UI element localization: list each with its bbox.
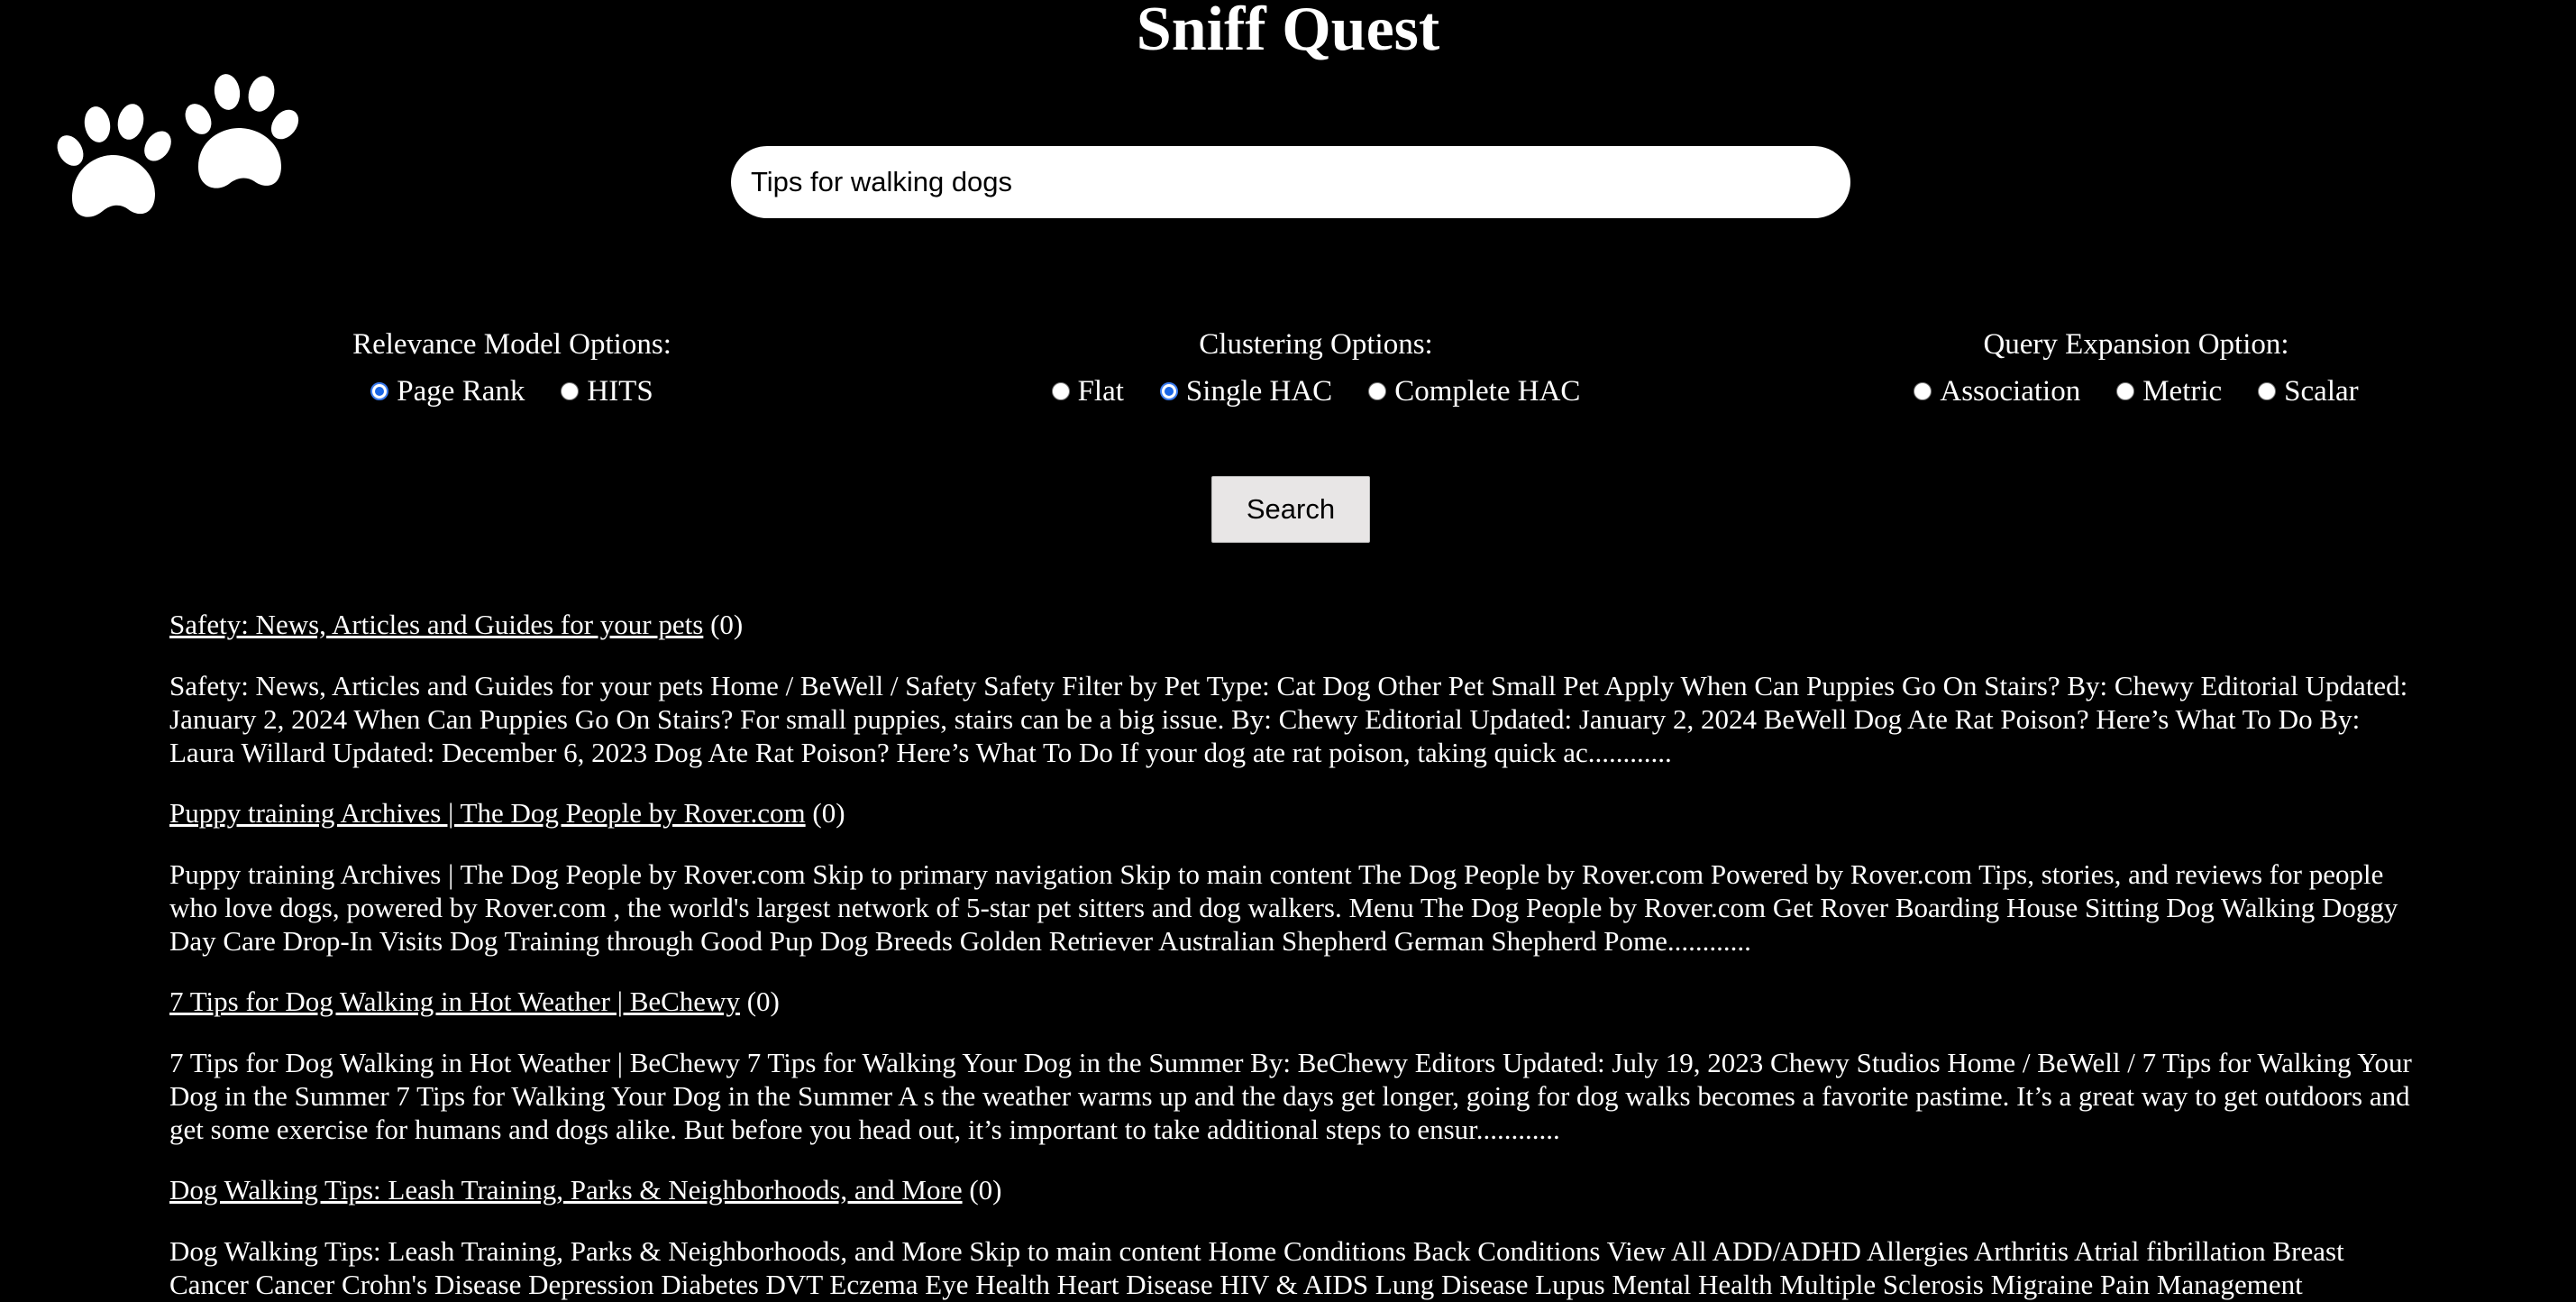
result-title-link[interactable]: 7 Tips for Dog Walking in Hot Weather | … [169, 986, 740, 1017]
result-title-line: 7 Tips for Dog Walking in Hot Weather | … [169, 985, 2427, 1019]
radio-label: Metric [2142, 375, 2223, 408]
clustering-options-label: Clustering Options: [1199, 328, 1433, 361]
result-item: Safety: News, Articles and Guides for yo… [169, 608, 2427, 769]
radio-association[interactable]: Association [1914, 373, 2080, 409]
result-count: (0) [710, 609, 744, 640]
result-title-link[interactable]: Safety: News, Articles and Guides for yo… [169, 609, 703, 640]
radio-button[interactable] [370, 382, 389, 400]
result-item: Puppy training Archives | The Dog People… [169, 796, 2427, 958]
radio-hits[interactable]: HITS [561, 373, 653, 409]
results-list: Safety: News, Articles and Guides for yo… [169, 608, 2427, 1302]
radio-complete-hac[interactable]: Complete HAC [1368, 373, 1580, 409]
radio-button[interactable] [2116, 382, 2135, 400]
result-title-link[interactable]: Dog Walking Tips: Leash Training, Parks … [169, 1174, 963, 1206]
result-count: (0) [812, 797, 845, 829]
query-expansion-options: Query Expansion Option: Association Metr… [1884, 326, 2389, 409]
radio-label: Single HAC [1185, 375, 1333, 408]
result-title-line: Safety: News, Articles and Guides for yo… [169, 608, 2427, 642]
result-item: 7 Tips for Dog Walking in Hot Weather | … [169, 985, 2427, 1146]
radio-single-hac[interactable]: Single HAC [1159, 373, 1333, 409]
result-snippet: Safety: News, Articles and Guides for yo… [169, 670, 2408, 768]
result-title-link[interactable]: Puppy training Archives | The Dog People… [169, 797, 806, 829]
result-snippet: Puppy training Archives | The Dog People… [169, 858, 2398, 957]
radio-scalar[interactable]: Scalar [2258, 373, 2359, 409]
radio-button[interactable] [2258, 382, 2277, 400]
radio-button[interactable] [1051, 382, 1070, 400]
radio-label: Association [1940, 375, 2081, 408]
radio-label: HITS [587, 375, 653, 408]
radio-button[interactable] [1368, 382, 1387, 400]
search-button[interactable]: Search [1211, 476, 1370, 543]
result-title-line: Dog Walking Tips: Leash Training, Parks … [169, 1173, 2427, 1207]
radio-label: Page Rank [397, 375, 525, 408]
result-snippet: Dog Walking Tips: Leash Training, Parks … [169, 1235, 2344, 1300]
clustering-options: Clustering Options: Flat Single HAC Comp… [1028, 326, 1604, 409]
radio-button[interactable] [1914, 382, 1932, 400]
radio-label: Complete HAC [1394, 375, 1581, 408]
page-title: Sniff Quest [1136, 0, 1440, 64]
query-expansion-label: Query Expansion Option: [1983, 328, 2289, 361]
radio-button[interactable] [1159, 382, 1178, 400]
radio-button[interactable] [561, 382, 580, 400]
paw-prints-icon [45, 72, 315, 243]
radio-page-rank[interactable]: Page Rank [370, 373, 525, 409]
relevance-options-label: Relevance Model Options: [352, 328, 671, 361]
relevance-options: Relevance Model Options: Page Rank HITS [323, 326, 701, 409]
result-count: (0) [969, 1174, 1002, 1206]
result-item: Dog Walking Tips: Leash Training, Parks … [169, 1173, 2427, 1301]
search-input[interactable] [731, 146, 1850, 218]
result-title-line: Puppy training Archives | The Dog People… [169, 796, 2427, 830]
page: Sniff Quest Relevance Model Options: [0, 0, 2576, 1302]
radio-label: Scalar [2284, 375, 2359, 408]
radio-flat[interactable]: Flat [1051, 373, 1124, 409]
result-snippet: 7 Tips for Dog Walking in Hot Weather | … [169, 1047, 2412, 1145]
radio-metric[interactable]: Metric [2116, 373, 2222, 409]
result-count: (0) [746, 986, 780, 1017]
radio-label: Flat [1077, 375, 1124, 408]
